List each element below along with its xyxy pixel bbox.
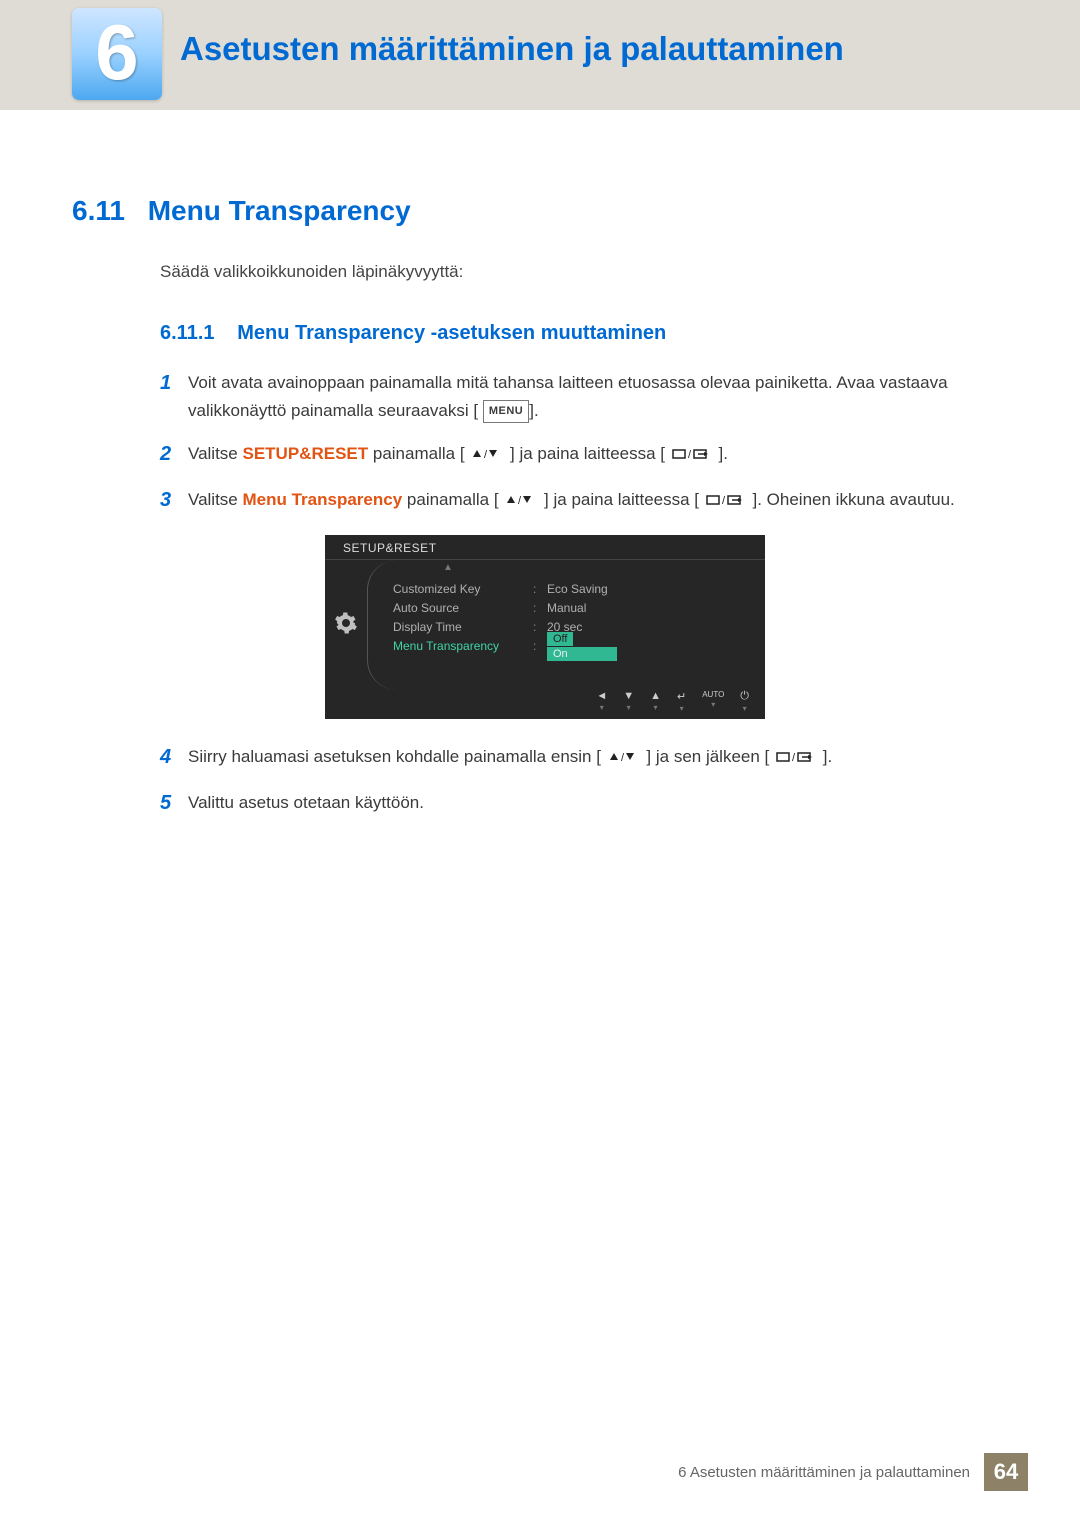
step-number: 4: [160, 741, 188, 774]
footer-page-number: 64: [984, 1453, 1028, 1491]
osd-row: Auto Source : Manual: [393, 599, 765, 616]
window-enter-icon: /: [776, 744, 816, 772]
step-text: Valittu asetus otetaan käyttöön.: [188, 787, 1018, 817]
step-text: Siirry haluamasi asetuksen kohdalle pain…: [188, 741, 1018, 772]
osd-title: SETUP&RESET: [325, 535, 765, 559]
chapter-title: Asetusten määrittäminen ja palauttaminen: [180, 30, 844, 68]
step-row: 4 Siirry haluamasi asetuksen kohdalle pa…: [160, 741, 1018, 774]
window-enter-icon: /: [672, 441, 712, 469]
osd-nav-down-icon: ▼▾: [623, 690, 634, 713]
svg-text:/: /: [688, 449, 692, 460]
section-number: 6.11: [72, 195, 125, 227]
subsection-number: 6.11.1: [160, 322, 215, 344]
step-row: 2 Valitse SETUP&RESET painamalla [ / ] j…: [160, 438, 1018, 471]
up-down-icon: /: [505, 487, 537, 515]
gear-icon: [334, 611, 358, 635]
svg-text:/: /: [484, 449, 488, 460]
up-down-icon: /: [608, 744, 640, 772]
svg-text:/: /: [792, 752, 796, 763]
step-text: Voit avata avainoppaan painamalla mitä t…: [188, 367, 1018, 425]
osd-power-icon: ⏻▾: [740, 690, 749, 713]
step-row: 5 Valittu asetus otetaan käyttöön.: [160, 787, 1018, 820]
step-text: Valitse SETUP&RESET painamalla [ / ] ja …: [188, 438, 1018, 469]
osd-selected-option: Off: [547, 632, 573, 646]
step-number: 1: [160, 367, 188, 400]
step-number: 3: [160, 484, 188, 517]
page-footer: 6 Asetusten määrittäminen ja palauttamin…: [678, 1453, 1028, 1491]
osd-nav-up-icon: ▲▾: [650, 690, 661, 713]
footer-chapter-label: 6 Asetusten määrittäminen ja palauttamin…: [678, 1464, 970, 1481]
osd-row: Customized Key : Eco Saving: [393, 580, 765, 597]
section-title: Menu Transparency: [148, 195, 411, 227]
section-intro: Säädä valikkoikkunoiden läpinäkyvyyttä:: [160, 262, 1018, 282]
osd-enter-icon: ↵▾: [677, 690, 686, 713]
step-row: 3 Valitse Menu Transparency painamalla […: [160, 484, 1018, 517]
subsection-title: Menu Transparency -asetuksen muuttaminen: [237, 322, 666, 344]
osd-menu-screenshot: SETUP&RESET ▲ Customized Key: [325, 535, 765, 719]
step-row: 1 Voit avata avainoppaan painamalla mitä…: [160, 367, 1018, 425]
step-number: 2: [160, 438, 188, 471]
osd-auto-label: AUTO▾: [702, 690, 724, 713]
osd-option: On: [547, 647, 617, 661]
up-down-icon: /: [471, 441, 503, 469]
svg-text:/: /: [621, 752, 625, 763]
chapter-badge: 6: [72, 8, 162, 100]
step-text: Valitse Menu Transparency painamalla [ /…: [188, 484, 1018, 515]
osd-footer: ◄▾ ▼▾ ▲▾ ↵▾ AUTO▾ ⏻▾: [325, 686, 765, 719]
menu-button-icon: MENU: [483, 400, 529, 422]
svg-text:/: /: [518, 495, 522, 506]
up-arrow-icon: ▲: [443, 562, 453, 573]
svg-text:/: /: [722, 495, 726, 506]
osd-nav-left-icon: ◄▾: [596, 690, 607, 713]
step-number: 5: [160, 787, 188, 820]
osd-row-active: Menu Transparency : Off On: [393, 637, 765, 654]
window-enter-icon: /: [706, 487, 746, 515]
